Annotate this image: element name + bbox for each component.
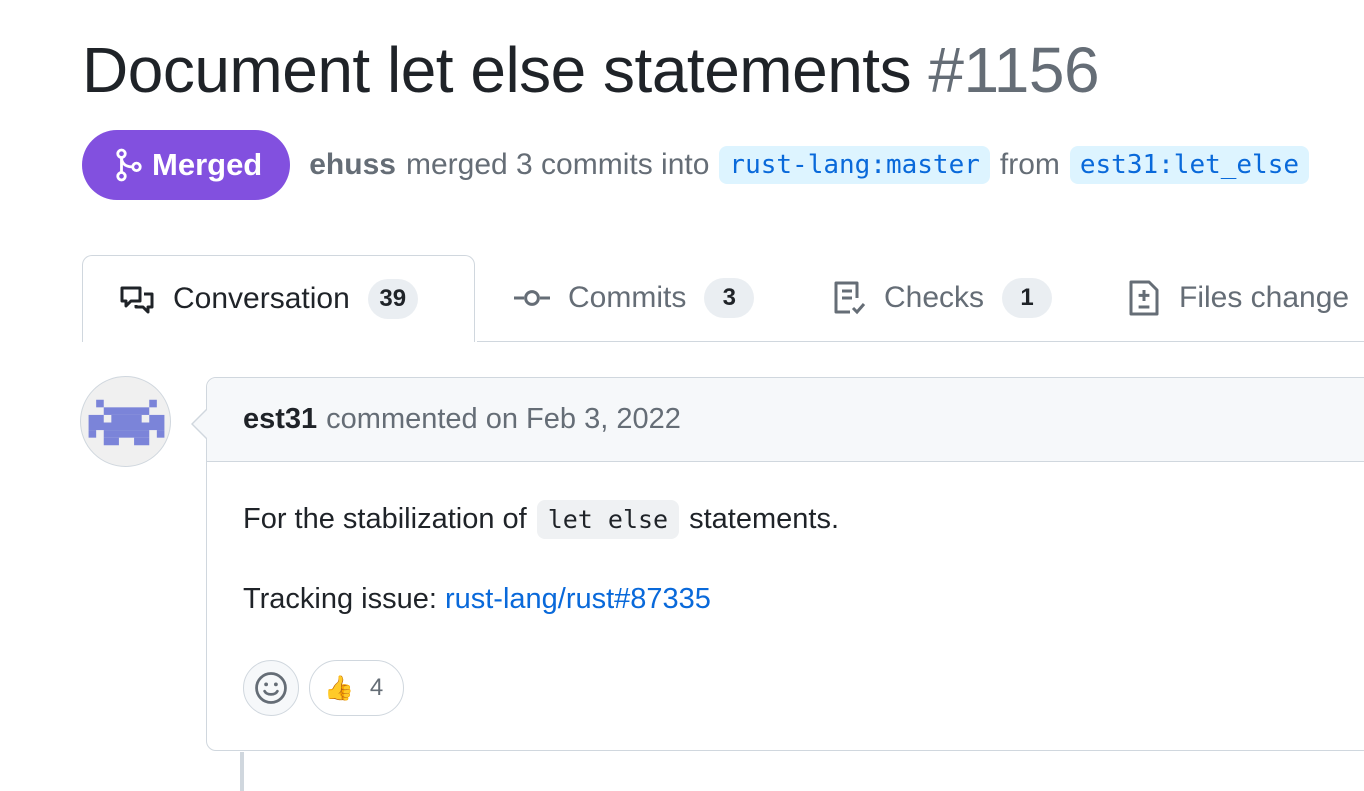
checklist-icon: [832, 280, 866, 316]
inline-code: let else: [536, 500, 680, 539]
file-diff-icon: [1127, 279, 1161, 317]
tracking-issue-link[interactable]: rust-lang/rust#87335: [445, 583, 711, 616]
comment-header: est31 commented on Feb 3, 2022: [207, 378, 1364, 462]
comment-author[interactable]: est31: [243, 403, 317, 436]
tab-commits[interactable]: Commits 3: [514, 255, 755, 341]
comment-body-line-2: Tracking issue: rust-lang/rust#87335: [243, 583, 711, 616]
tab-checks[interactable]: Checks 1: [832, 255, 1053, 341]
reaction-count: 4: [369, 674, 384, 701]
avatar[interactable]: [80, 376, 171, 467]
tracking-label: Tracking issue:: [243, 583, 437, 615]
merge-summary-text: merged 3 commits into: [405, 148, 710, 181]
tab-checks-count: 1: [1002, 278, 1053, 318]
tab-conversation[interactable]: Conversation 39: [82, 255, 475, 342]
merged-badge-label: Merged: [152, 147, 263, 182]
base-branch[interactable]: rust-lang:master: [719, 146, 990, 184]
comment-text-suffix: statements.: [689, 503, 840, 535]
smiley-icon: [255, 672, 287, 704]
comment-timestamp[interactable]: commented on Feb 3, 2022: [326, 403, 681, 436]
tab-files-changed[interactable]: Files change: [1127, 255, 1349, 341]
tab-commits-label: Commits: [568, 281, 687, 314]
thumbs-up-icon: 👍: [324, 674, 354, 702]
merge-summary: ehuss merged 3 commits into rust-lang:ma…: [309, 146, 1319, 184]
avatar-image: [88, 399, 165, 446]
pr-number: #1156: [928, 34, 1100, 106]
pr-meta: Merged ehuss merged 3 commits into rust-…: [82, 130, 1319, 200]
comment-discussion-icon: [119, 283, 155, 315]
tabs-divider: [477, 341, 1364, 342]
tab-conversation-label: Conversation: [173, 282, 350, 315]
tab-files-changed-label: Files change: [1179, 281, 1350, 314]
head-branch[interactable]: est31:let_else: [1069, 146, 1310, 184]
pr-tabs: Conversation 39 Commits 3 Checks 1 Files…: [82, 255, 1364, 342]
comment-body-line-1: For the stabilization of let else statem…: [243, 500, 839, 539]
comment-pointer-fill: [193, 409, 208, 439]
merger-link[interactable]: ehuss: [309, 148, 396, 182]
comment-card: est31 commented on Feb 3, 2022 For the s…: [191, 377, 1364, 751]
tab-conversation-count: 39: [367, 279, 418, 319]
pr-title: Document let else statements #1156: [82, 30, 1100, 110]
timeline-line: [240, 752, 244, 791]
tab-commits-count: 3: [704, 278, 755, 318]
comment-text-prefix: For the stabilization of: [243, 503, 527, 535]
git-merge-icon: [116, 148, 142, 182]
add-reaction-button[interactable]: [243, 660, 299, 716]
pr-title-text: Document let else statements: [82, 34, 912, 106]
git-commit-icon: [514, 288, 550, 308]
tab-checks-label: Checks: [884, 281, 985, 314]
from-text: from: [999, 148, 1060, 181]
merged-badge: Merged: [82, 130, 291, 200]
reaction-thumbs-up[interactable]: 👍 4: [309, 660, 404, 716]
